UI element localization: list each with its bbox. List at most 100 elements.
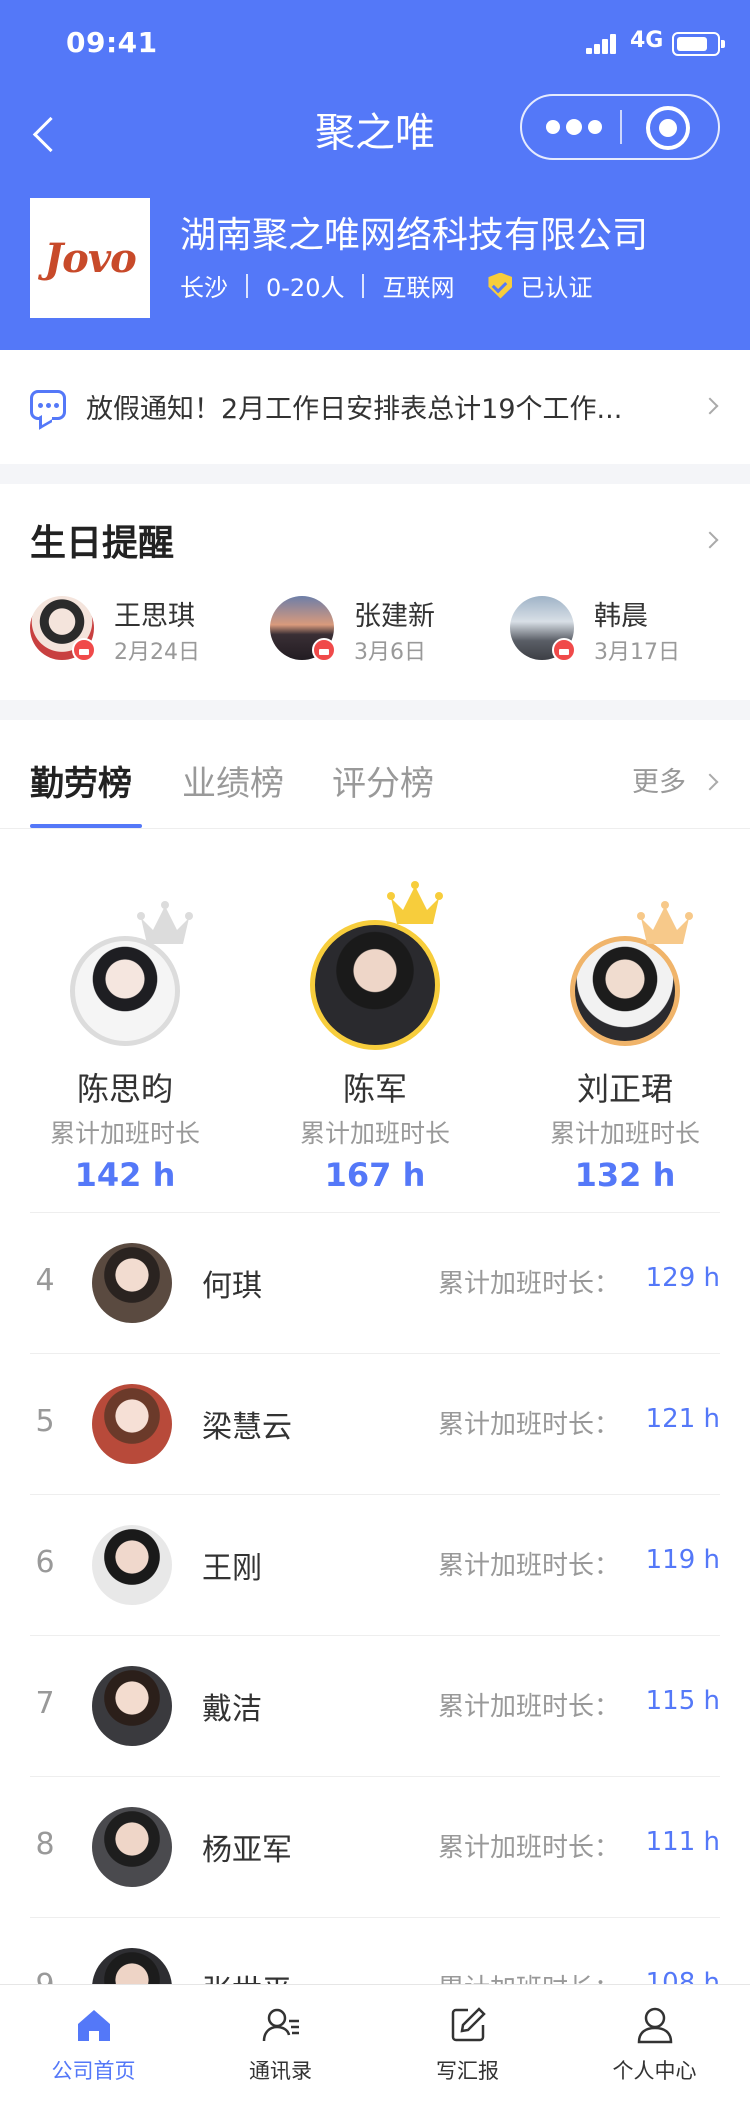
- birthday-item[interactable]: 韩晨 3月17日: [510, 596, 710, 668]
- ranking-row[interactable]: 6 王刚 累计加班时长： 119 h: [30, 1494, 720, 1635]
- notice-text: 放假通知！2月工作日安排表总计19个工作...: [86, 394, 623, 425]
- rank-label: 累计加班时长：: [437, 1410, 620, 1440]
- user-icon: [635, 2005, 675, 2045]
- rank-label: 累计加班时长：: [437, 1551, 620, 1581]
- birthday-date: 2月24日: [114, 640, 200, 665]
- silver-crown-icon: [137, 900, 193, 950]
- status-time: 09:41: [66, 26, 158, 59]
- rank-value: 115 h: [645, 1686, 720, 1716]
- rank-value: 121 h: [645, 1404, 720, 1434]
- rank-label: 累计加班时长：: [437, 1833, 620, 1863]
- status-bar: 09:41 4G: [0, 0, 750, 88]
- avatar: [92, 1384, 172, 1464]
- chevron-right-icon[interactable]: [701, 531, 719, 549]
- birthday-item[interactable]: 张建新 3月6日: [270, 596, 470, 668]
- avatar: [570, 936, 680, 1046]
- network-type: 4G: [630, 28, 664, 53]
- podium-value: 142 h: [74, 1156, 176, 1194]
- tab-divider: [0, 828, 750, 829]
- chevron-right-icon: [701, 397, 719, 415]
- rank-name: 戴洁: [202, 1692, 262, 1727]
- tab-contacts[interactable]: 通讯录: [187, 1985, 374, 2110]
- rank-name: 何琪: [202, 1269, 262, 1304]
- avatar: [92, 1807, 172, 1887]
- company-logo: Jovo: [30, 198, 150, 318]
- cake-icon: [72, 638, 96, 662]
- battery-icon: [672, 32, 725, 56]
- birthday-item[interactable]: 王思琪 2月24日: [30, 596, 230, 668]
- podium-value: 167 h: [324, 1156, 426, 1194]
- company-city: 长沙: [180, 274, 228, 302]
- meta-divider: [362, 273, 365, 298]
- birthday-name: 韩晨: [594, 601, 648, 632]
- rank-number: 8: [35, 1827, 55, 1862]
- tab-report[interactable]: 写汇报: [374, 1985, 561, 2110]
- rank-number: 5: [35, 1404, 55, 1439]
- ranking-row[interactable]: 8 杨亚军 累计加班时长： 111 h: [30, 1776, 720, 1917]
- company-name: 湖南聚之唯网络科技有限公司: [180, 215, 649, 256]
- ranking-row[interactable]: 4 何琪 累计加班时长： 129 h: [30, 1212, 720, 1353]
- podium-first[interactable]: 陈军 累计加班时长 167 h: [275, 880, 475, 1194]
- rank-label: 累计加班时长：: [437, 1269, 620, 1299]
- rank-number: 7: [35, 1686, 55, 1721]
- tab-label: 公司首页: [51, 2059, 136, 2083]
- avatar: [310, 920, 440, 1050]
- birthday-section: 生日提醒 王思琪 2月24日 张建新 3月6日 韩晨 3月17日: [0, 484, 750, 700]
- birthday-name: 王思琪: [114, 601, 195, 632]
- company-meta: 长沙 0-20人 互联网 已认证: [180, 268, 592, 303]
- home-icon: [74, 2005, 114, 2045]
- bronze-crown-icon: [637, 900, 693, 950]
- podium-label: 累计加班时长: [299, 1119, 450, 1148]
- company-card: Jovo 湖南聚之唯网络科技有限公司 长沙 0-20人 互联网 已认证: [30, 198, 720, 322]
- rank-name: 王刚: [202, 1551, 262, 1586]
- more-dots-icon[interactable]: [546, 96, 606, 158]
- rank-name: 杨亚军: [202, 1833, 292, 1868]
- rank-value: 119 h: [645, 1545, 720, 1575]
- avatar: [92, 1525, 172, 1605]
- rank-number: 6: [35, 1545, 55, 1580]
- verified-label: 已认证: [520, 274, 593, 302]
- verified-shield-icon: [488, 272, 513, 299]
- gold-crown-icon: [387, 880, 443, 930]
- rank-number: 4: [35, 1263, 55, 1298]
- birthday-date: 3月6日: [354, 640, 426, 665]
- nav-bar: 聚之唯: [0, 88, 750, 188]
- bottom-tab-bar: 公司首页 通讯录 写汇报 个人中心: [0, 1984, 750, 2110]
- chevron-right-icon[interactable]: [701, 773, 719, 791]
- ranking-row[interactable]: 7 戴洁 累计加班时长： 115 h: [30, 1635, 720, 1776]
- more-link[interactable]: 更多: [632, 760, 686, 799]
- tab-home[interactable]: 公司首页: [0, 1985, 187, 2110]
- podium-value: 132 h: [574, 1156, 676, 1194]
- company-size: 0-20人: [266, 274, 345, 302]
- avatar: [70, 936, 180, 1046]
- header: 09:41 4G 聚之唯 Jovo 湖南聚之唯网络科技有限公司 长沙 0-20人…: [0, 0, 750, 350]
- tab-score[interactable]: 评分榜: [332, 756, 434, 805]
- signal-icon: [586, 34, 624, 54]
- podium-name: 刘正珺: [576, 1070, 673, 1108]
- podium-second[interactable]: 陈思昀 累计加班时长 142 h: [25, 880, 225, 1194]
- tab-profile[interactable]: 个人中心: [561, 1985, 748, 2110]
- ranking-row[interactable]: 5 梁慧云 累计加班时长： 121 h: [30, 1353, 720, 1494]
- podium-name: 陈军: [342, 1070, 407, 1108]
- notice-bar[interactable]: 放假通知！2月工作日安排表总计19个工作...: [0, 350, 750, 464]
- podium-label: 累计加班时长: [549, 1119, 700, 1148]
- rank-label: 累计加班时长：: [437, 1692, 620, 1722]
- company-industry: 互联网: [382, 274, 455, 302]
- capsule-divider: [620, 110, 622, 144]
- podium-name: 陈思昀: [76, 1070, 173, 1108]
- tab-performance[interactable]: 业绩榜: [182, 756, 284, 805]
- mini-program-capsule: [520, 94, 720, 160]
- tab-diligence[interactable]: 勤劳榜: [30, 756, 132, 805]
- cake-icon: [312, 638, 336, 662]
- close-target-icon[interactable]: [646, 106, 690, 150]
- ranking-row[interactable]: 9 张世平 累计加班时长： 108 h: [30, 1917, 720, 1990]
- message-icon: [30, 390, 66, 420]
- tab-label: 通讯录: [249, 2059, 312, 2083]
- tab-label: 个人中心: [612, 2059, 697, 2083]
- birthday-date: 3月17日: [594, 640, 680, 665]
- ranking-section: 勤劳榜 业绩榜 评分榜 更多 陈思昀 累计加班时长 142 h 陈军 累计加班时…: [0, 720, 750, 1990]
- edit-icon: [448, 2005, 488, 2045]
- contacts-icon: [261, 2005, 301, 2045]
- podium-label: 累计加班时长: [49, 1119, 200, 1148]
- podium-third[interactable]: 刘正珺 累计加班时长 132 h: [525, 880, 725, 1194]
